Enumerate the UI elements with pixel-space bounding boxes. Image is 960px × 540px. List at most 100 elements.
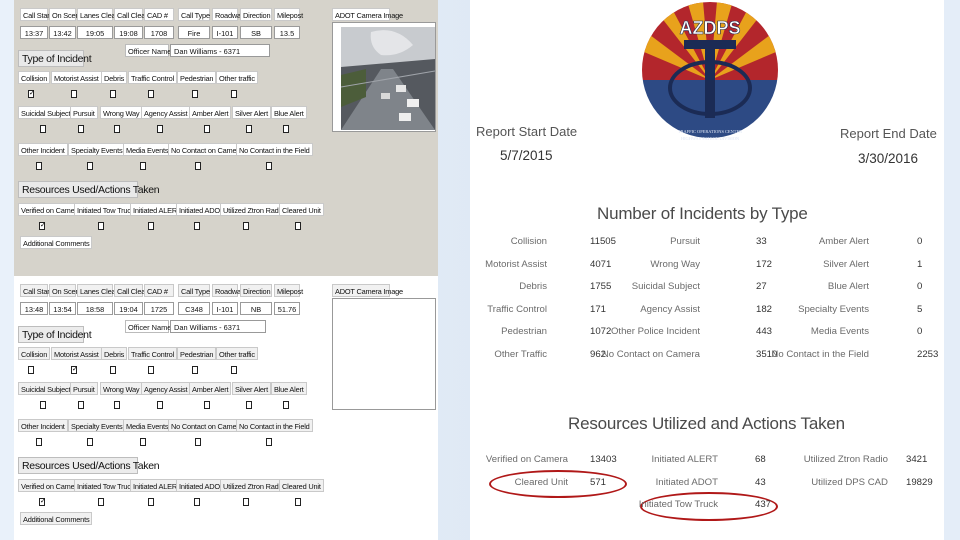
incident-type-checkbox[interactable]: [231, 366, 237, 374]
incident-type-checkbox[interactable]: [283, 125, 289, 133]
field-value[interactable]: I-101: [212, 26, 238, 39]
incident-type-checkbox[interactable]: [148, 90, 154, 98]
incident-type-checkbox[interactable]: [283, 401, 289, 409]
field-value[interactable]: Fire: [178, 26, 210, 39]
incident-type-label: Traffic Control: [128, 71, 177, 84]
incident-type-label: No Contact on Camera: [168, 419, 246, 432]
field-value[interactable]: 13.5: [274, 26, 300, 39]
incident-type-checkbox[interactable]: [148, 498, 154, 506]
field-value[interactable]: C348: [178, 302, 210, 315]
incident-type-label: Motorist Assist: [51, 71, 102, 84]
incident-type-checkbox[interactable]: [204, 125, 210, 133]
incident-type-label: Agency Assist: [141, 382, 191, 395]
incident-type-checkbox[interactable]: [36, 438, 42, 446]
incident-type-checkbox[interactable]: [243, 222, 249, 230]
resource-count: 571: [590, 477, 607, 488]
field-header: Call Type: [178, 8, 210, 21]
incident-type-label: Blue Alert: [271, 382, 307, 395]
incident-type-checkbox[interactable]: [192, 90, 198, 98]
incident-type-checkbox[interactable]: [295, 222, 301, 230]
incident-type-checkbox[interactable]: [195, 438, 201, 446]
field-value[interactable]: SB: [240, 26, 272, 39]
field-header: Roadway: [212, 284, 245, 297]
incident-type-checkbox[interactable]: [192, 366, 198, 374]
incident-type-checkbox[interactable]: [246, 125, 252, 133]
resource-count: 13403: [590, 454, 617, 465]
resource-name: Initiated ALERT: [651, 454, 719, 465]
resource-count: 3421: [906, 454, 928, 465]
incident-type-checkbox[interactable]: [295, 498, 301, 506]
incident-type-checkbox[interactable]: [194, 222, 200, 230]
type-of-incident-heading: Type of Incident: [18, 50, 92, 67]
incident-type-checkbox[interactable]: [148, 222, 154, 230]
incident-type-checkbox[interactable]: [110, 90, 116, 98]
officer-name-field[interactable]: Dan Williams - 6371: [170, 320, 266, 333]
incident-type-checkbox[interactable]: [78, 401, 84, 409]
incident-report-panel: AZDPS TRAFFIC OPERATIONS CENTER HIGHWAY …: [470, 0, 944, 540]
incident-type-label: Collision: [18, 71, 51, 84]
incident-type-checkbox[interactable]: ✓: [39, 222, 46, 230]
incident-type-checkbox[interactable]: ✓: [71, 366, 78, 374]
field-value[interactable]: 13:42: [49, 26, 76, 39]
field-value[interactable]: 19:04: [114, 302, 143, 315]
incident-type-checkbox[interactable]: [78, 125, 84, 133]
field-value[interactable]: 19:05: [77, 26, 113, 39]
incident-type-checkbox[interactable]: [243, 498, 249, 506]
field-value[interactable]: 18:58: [77, 302, 113, 315]
field-value[interactable]: 13:54: [49, 302, 76, 315]
incident-type-name: Pursuit: [670, 236, 700, 247]
additional-comments-label: Additional Comments: [20, 512, 93, 525]
field-value[interactable]: NB: [240, 302, 272, 315]
incident-count: 33: [756, 236, 767, 247]
field-value[interactable]: I-101: [212, 302, 238, 315]
field-header: Call Type: [178, 284, 210, 297]
field-value[interactable]: 13:37: [20, 26, 48, 39]
incident-type-checkbox[interactable]: [140, 438, 146, 446]
incident-type-checkbox[interactable]: [98, 222, 104, 230]
resource-name: Initiated ADOT: [655, 477, 718, 488]
officer-name-field[interactable]: Dan Williams - 6371: [170, 44, 270, 57]
incident-type-checkbox[interactable]: [266, 438, 272, 446]
incident-type-checkbox[interactable]: [87, 438, 93, 446]
incident-type-name: Debris: [519, 281, 547, 293]
incident-type-name: Amber Alert: [818, 236, 869, 247]
incident-type-checkbox[interactable]: [266, 162, 272, 170]
incident-type-checkbox[interactable]: [40, 401, 46, 409]
field-value[interactable]: 1725: [144, 302, 174, 315]
incident-type-label: Specialty Events: [68, 143, 126, 156]
incident-type-checkbox[interactable]: [40, 125, 46, 133]
incident-type-checkbox[interactable]: [36, 162, 42, 170]
incident-type-checkbox[interactable]: [148, 366, 154, 374]
incident-type-checkbox[interactable]: [246, 401, 252, 409]
camera-image-label: ADOT Camera Image: [332, 8, 403, 21]
incident-type-checkbox[interactable]: [231, 90, 237, 98]
field-value[interactable]: 51.76: [274, 302, 300, 315]
incident-type-checkbox[interactable]: ✓: [39, 498, 46, 506]
incident-type-checkbox[interactable]: [28, 366, 34, 374]
incident-type-checkbox[interactable]: [140, 162, 146, 170]
incident-type-checkbox[interactable]: [114, 125, 120, 133]
report-start-label: Report Start Date: [476, 124, 578, 139]
incident-form-1: Call Start 13:37 On Scene 13:42 Lanes Clear 1…: [14, 0, 438, 276]
incident-type-checkbox[interactable]: [71, 90, 77, 98]
incident-type-checkbox[interactable]: [157, 401, 163, 409]
incident-type-name: Wrong Way: [650, 258, 700, 270]
incident-type-checkbox[interactable]: [195, 162, 201, 170]
incident-type-checkbox[interactable]: [98, 498, 104, 506]
incident-type-checkbox[interactable]: [194, 498, 200, 506]
field-value[interactable]: 13:48: [20, 302, 48, 315]
incident-type-checkbox[interactable]: [157, 125, 163, 133]
incident-type-checkbox[interactable]: [114, 401, 120, 409]
field-value[interactable]: 1708: [144, 26, 174, 39]
logo-text: AZDPS: [679, 18, 740, 38]
incident-type-checkbox[interactable]: ✓: [28, 90, 35, 98]
field-value[interactable]: 19:08: [114, 26, 143, 39]
incident-type-label: Initiated Tow Truck: [74, 479, 138, 492]
incident-type-checkbox[interactable]: [87, 162, 93, 170]
incident-type-label: Media Events: [123, 143, 172, 156]
field-header: Direction: [240, 284, 272, 297]
incident-type-checkbox[interactable]: [204, 401, 210, 409]
incident-type-checkbox[interactable]: [110, 366, 116, 374]
incident-type-label: No Contact in the Field: [236, 143, 313, 156]
incident-type-label: Traffic Control: [128, 347, 177, 360]
